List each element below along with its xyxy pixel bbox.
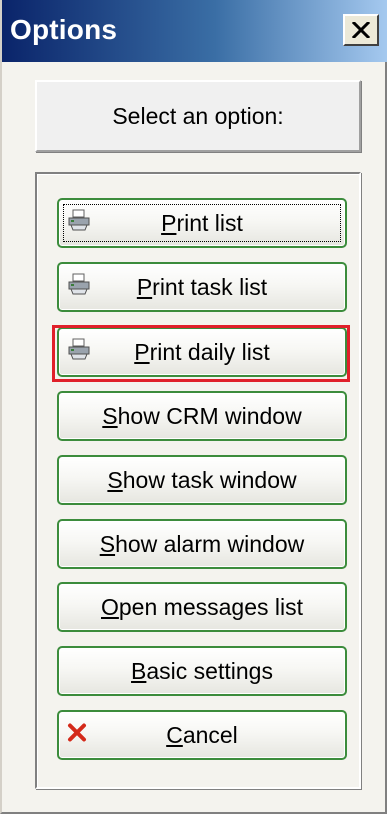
print-task-list-button[interactable]: Print task list — [57, 262, 347, 312]
print-list-button[interactable]: Print list — [57, 198, 347, 248]
show-crm-window-button[interactable]: Show CRM window — [57, 391, 347, 441]
button-label: Show alarm window — [99, 530, 305, 557]
button-label: Print task list — [136, 273, 268, 300]
cancel-button[interactable]: Cancel — [57, 710, 347, 760]
button-label: Print list — [161, 209, 243, 236]
prompt-label: Select an option: — [112, 102, 284, 129]
show-alarm-window-button[interactable]: Show alarm window — [57, 519, 347, 569]
cancel-x-icon — [67, 722, 87, 749]
button-label: Cancel — [166, 721, 238, 748]
window-title: Options — [10, 14, 118, 45]
printer-icon — [67, 273, 91, 301]
printer-icon — [67, 209, 91, 237]
close-button[interactable] — [343, 14, 379, 46]
button-label: Show task window — [107, 466, 297, 493]
prompt-panel: Select an option: — [35, 80, 361, 152]
open-messages-list-button[interactable]: Open messages list — [57, 582, 347, 632]
options-dialog: Options Select an option: Print list Pri… — [0, 0, 387, 814]
title-bar[interactable]: Options — [2, 0, 387, 62]
basic-settings-button[interactable]: Basic settings — [57, 646, 347, 696]
button-label: Basic settings — [131, 657, 273, 684]
show-task-window-button[interactable]: Show task window — [57, 455, 347, 505]
selection-highlight — [52, 325, 350, 382]
button-label: Open messages list — [101, 593, 303, 620]
button-label: Show CRM window — [102, 402, 302, 429]
close-icon — [352, 22, 370, 38]
